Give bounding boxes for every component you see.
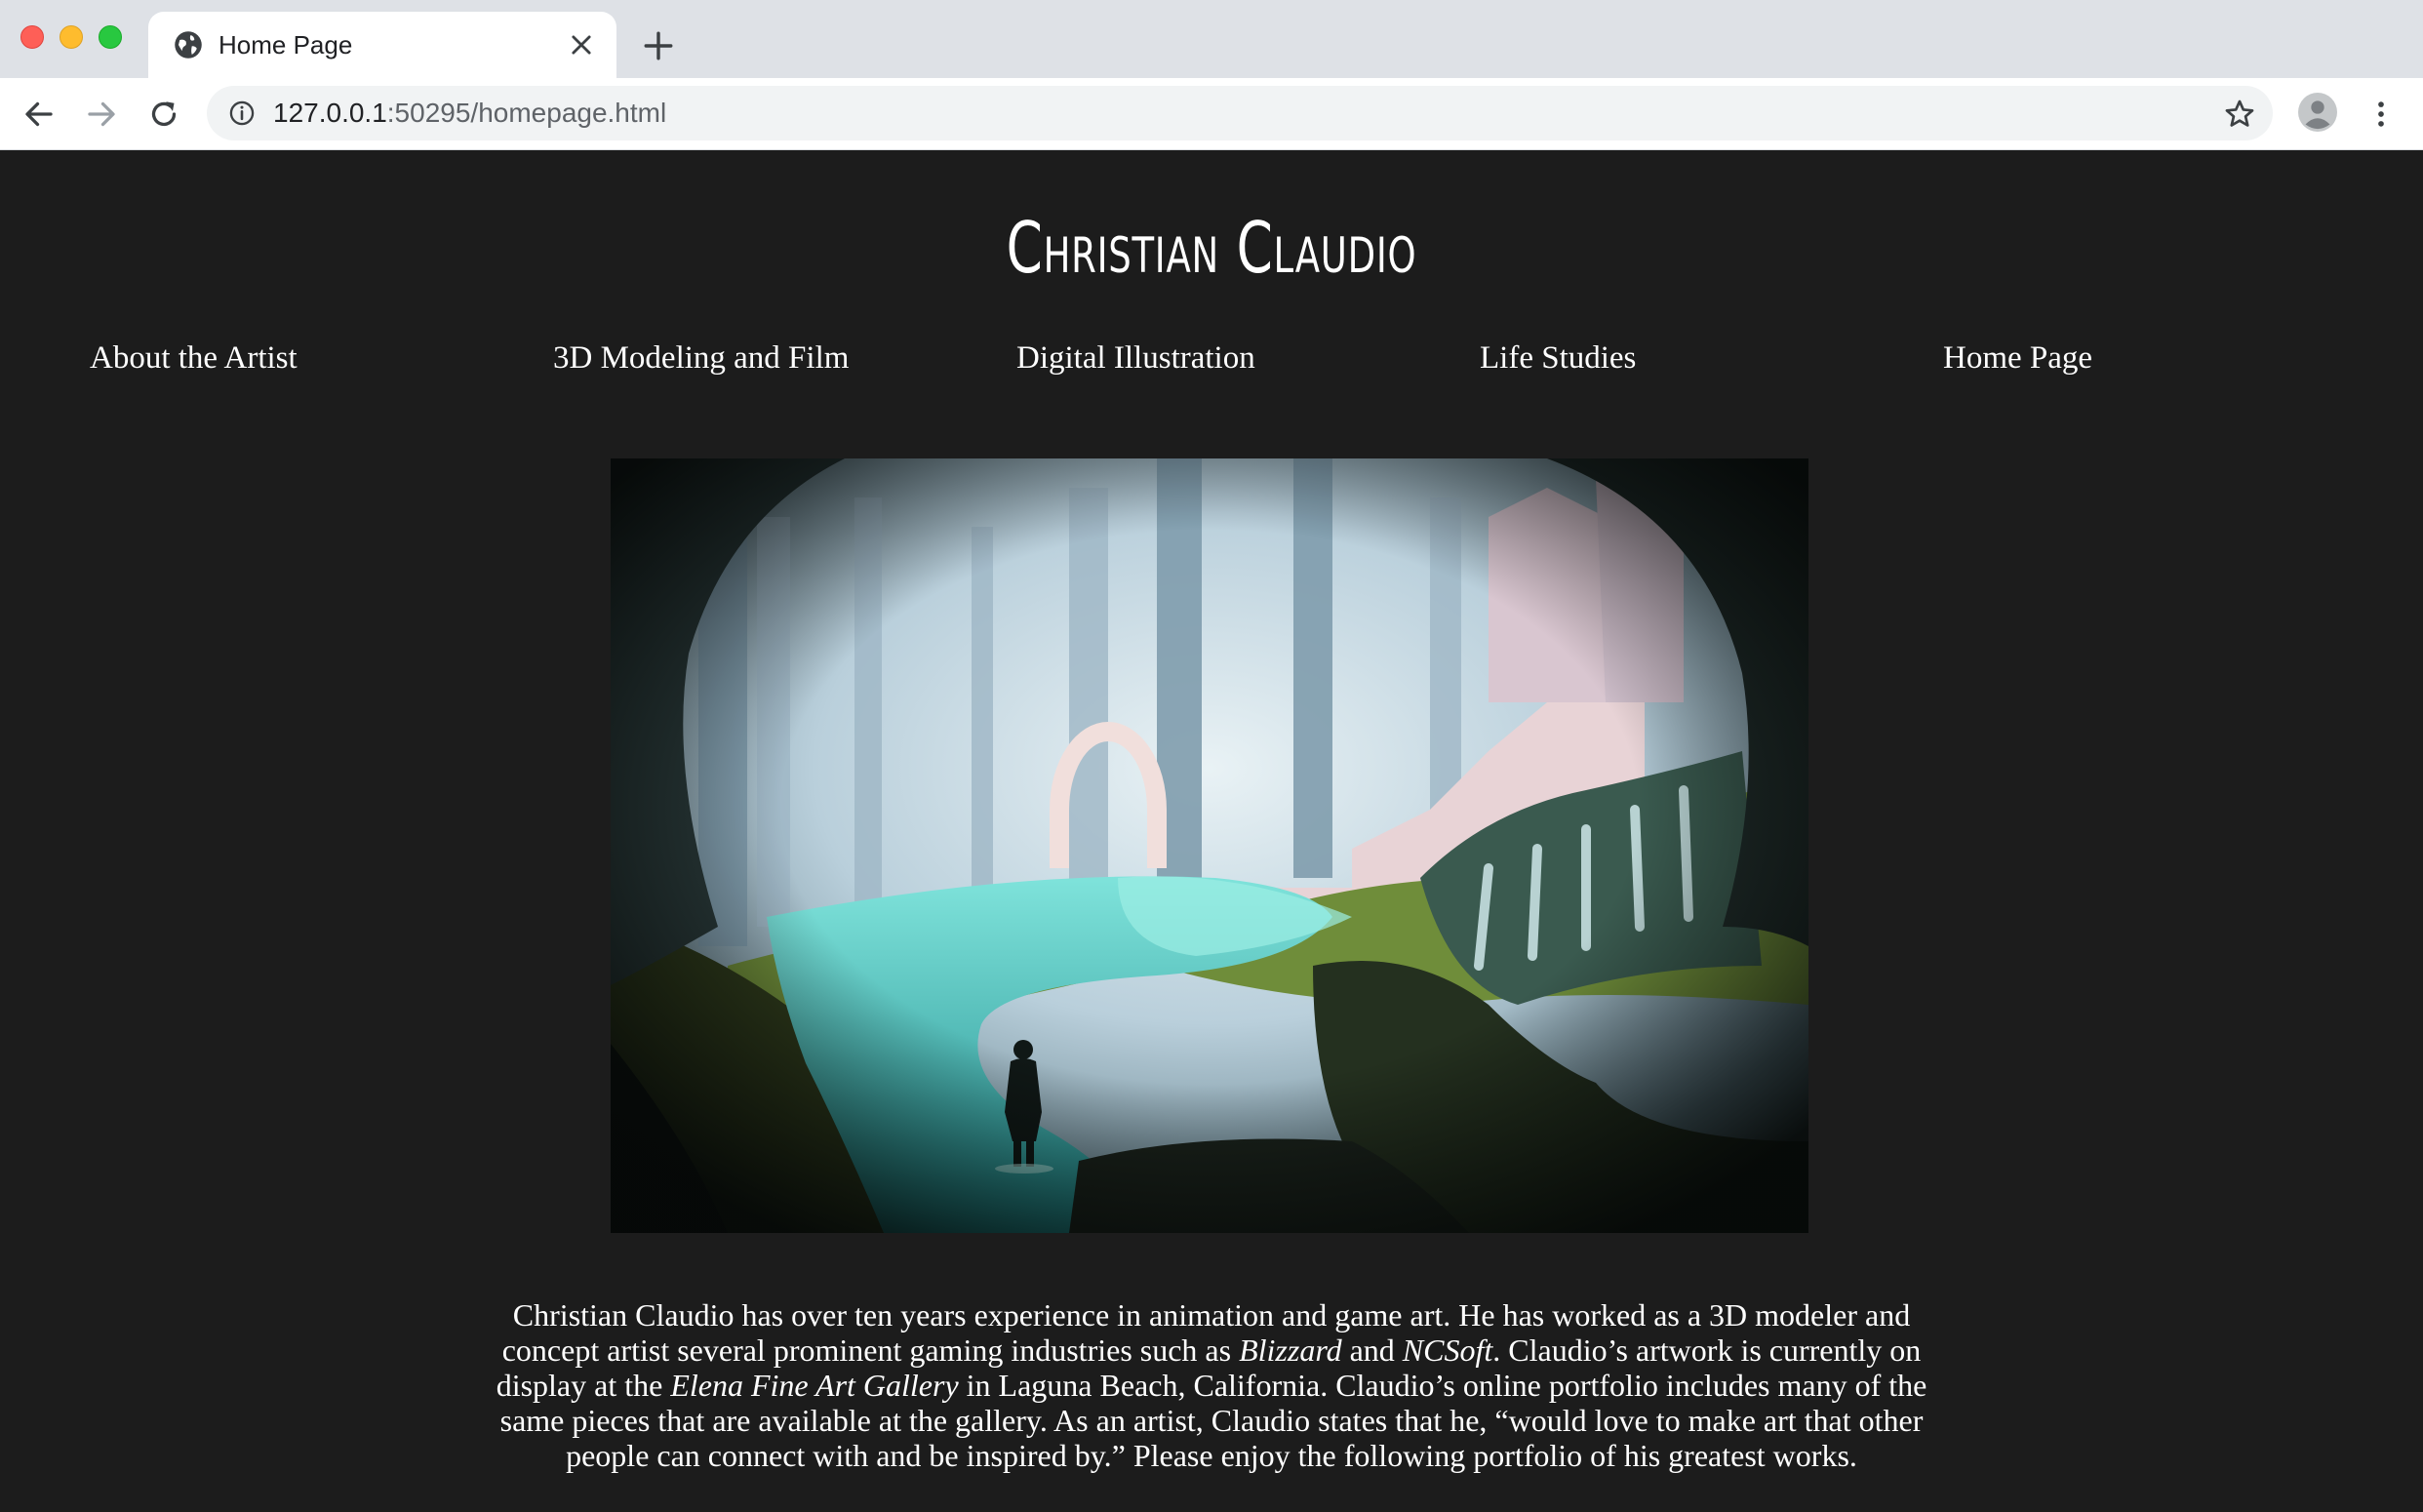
artist-bio: Christian Claudio has over ten years exp… xyxy=(488,1297,1935,1473)
url-text[interactable]: 127.0.0.1:50295/homepage.html xyxy=(273,98,666,129)
plus-icon[interactable] xyxy=(642,29,675,62)
globe-icon xyxy=(175,31,202,59)
hero-painting-illustration xyxy=(611,458,1808,1233)
nav-link-about-the-artist[interactable]: About the Artist xyxy=(90,340,298,377)
star-icon[interactable] xyxy=(2223,98,2256,131)
window-close-button[interactable] xyxy=(20,25,44,49)
browser-tab-active[interactable]: Home Page xyxy=(148,12,616,78)
nav-link-home-page[interactable]: Home Page xyxy=(1943,340,2092,377)
nav-link-digital-illustration[interactable]: Digital Illustration xyxy=(1016,340,1255,377)
main-nav: About the Artist 3D Modeling and Film Di… xyxy=(0,340,2423,389)
window-maximize-button[interactable] xyxy=(99,25,122,49)
nav-link-life-studies[interactable]: Life Studies xyxy=(1480,340,1636,377)
bio-text-2: and xyxy=(1341,1333,1403,1368)
bio-emphasis-blizzard: Blizzard xyxy=(1239,1333,1342,1368)
close-icon[interactable] xyxy=(568,31,595,59)
reload-icon[interactable] xyxy=(146,97,181,132)
avatar-icon[interactable] xyxy=(2298,93,2337,132)
page-body: Christian Claudio About the Artist 3D Mo… xyxy=(0,150,2423,1512)
url-path: :50295/homepage.html xyxy=(386,98,667,128)
back-arrow-icon[interactable] xyxy=(21,97,57,132)
nav-link-3d-modeling-and-film[interactable]: 3D Modeling and Film xyxy=(553,340,849,377)
window-minimize-button[interactable] xyxy=(60,25,83,49)
url-host: 127.0.0.1 xyxy=(273,98,387,128)
bio-emphasis-gallery: Elena Fine Art Gallery xyxy=(670,1368,959,1403)
info-icon[interactable] xyxy=(228,99,256,127)
address-bar[interactable]: 127.0.0.1:50295/homepage.html xyxy=(207,86,2273,140)
tab-title: Home Page xyxy=(218,30,353,60)
browser-tabstrip: Home Page xyxy=(0,0,2423,78)
site-title: Christian Claudio xyxy=(1006,207,1417,289)
forward-arrow-icon[interactable] xyxy=(84,97,119,132)
bio-emphasis-ncsoft: NCSoft xyxy=(1402,1333,1493,1368)
kebab-menu-icon[interactable] xyxy=(2364,97,2398,132)
hero-painting xyxy=(611,458,1808,1233)
browser-toolbar: 127.0.0.1:50295/homepage.html xyxy=(0,78,2423,150)
